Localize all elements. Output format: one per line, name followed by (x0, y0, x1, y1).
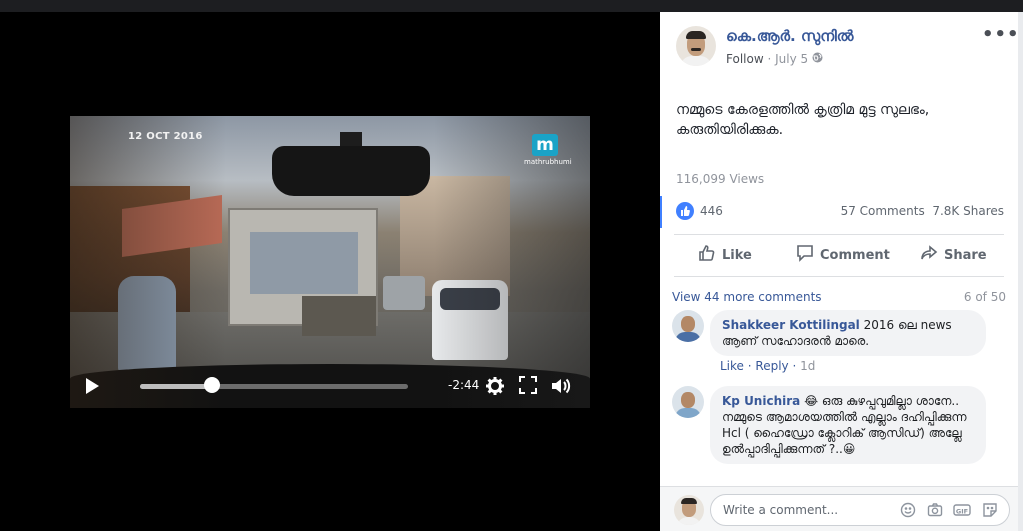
scrollbar[interactable] (1018, 12, 1023, 531)
commenter-name[interactable]: Shakkeer Kottilingal (722, 318, 860, 332)
comment-input[interactable]: Write a comment... GIF (710, 494, 1010, 526)
progress-track[interactable] (140, 384, 408, 389)
share-label: Share (944, 247, 987, 263)
time-remaining: -2:44 (448, 378, 480, 392)
reaction-stats: 446 57 Comments 7.8K Shares (660, 196, 1018, 228)
comment-bubble: Shakkeer Kottilingal 2016 ലെ news ആണ് സഹ… (710, 310, 986, 356)
author-avatar[interactable] (676, 26, 716, 66)
view-count: 116,099 Views (676, 172, 765, 186)
comment-time[interactable]: 1d (800, 359, 815, 373)
commenter-avatar[interactable] (672, 310, 704, 342)
globe-icon (812, 52, 823, 66)
play-icon[interactable] (86, 378, 99, 394)
progress-fill (140, 384, 213, 389)
comment-like-link[interactable]: Like (720, 359, 744, 373)
channel-logo-letter: m (532, 134, 558, 156)
comment-input-placeholder: Write a comment... (723, 503, 839, 517)
channel-logo-text: mathrubhumi (524, 158, 572, 166)
thumbs-up-icon (698, 244, 716, 266)
follow-link[interactable]: Follow (726, 52, 764, 66)
svg-text:GIF: GIF (956, 507, 968, 515)
like-reaction-icon[interactable] (676, 202, 694, 220)
comment-count[interactable]: 57 Comments (841, 204, 925, 218)
share-arrow-icon (920, 244, 938, 266)
video-controls: -2:44 (70, 370, 590, 408)
comment-bubble: Kp Unichira 😂 ഒരു കുഴപ്പവുമില്ലാ ശാനേ.. … (710, 386, 986, 464)
divider (674, 234, 1004, 235)
like-button[interactable]: Like (698, 244, 752, 266)
post-text: നമ്മുടെ കേരളത്തിൽ കൃത്രിമ മുട്ട സുലഭം, ക… (676, 102, 930, 138)
commenter-name[interactable]: Kp Unichira (722, 394, 800, 408)
video-frame-shade (70, 116, 590, 408)
fullscreen-icon[interactable] (518, 376, 538, 396)
post-panel: കെ.ആർ. സുനിൽ Follow · July 5 ••• നമ്മുടെ… (660, 12, 1018, 531)
comment-label: Comment (820, 247, 890, 263)
like-label: Like (722, 247, 752, 263)
comment-share-counts: 57 Comments 7.8K Shares (841, 204, 1004, 218)
more-options-button[interactable]: ••• (982, 24, 1018, 45)
commenter-avatar[interactable] (672, 386, 704, 418)
share-count[interactable]: 7.8K Shares (932, 204, 1004, 218)
view-more-comments-link[interactable]: View 44 more comments (672, 290, 822, 304)
video-date-overlay: 12 OCT 2016 (128, 131, 203, 142)
progress-knob[interactable] (204, 377, 221, 393)
camera-icon[interactable] (926, 502, 944, 520)
meta-separator: · (767, 52, 772, 66)
post-meta: Follow · July 5 (726, 52, 823, 66)
post-date[interactable]: July 5 (775, 52, 808, 66)
comment-counter: 6 of 50 (963, 290, 1006, 304)
settings-gear-icon[interactable] (485, 376, 505, 396)
comment-button[interactable]: Comment (796, 244, 890, 266)
gif-icon[interactable]: GIF (953, 502, 971, 520)
share-button[interactable]: Share (920, 244, 987, 266)
comment-actions: Like · Reply · 1d (720, 359, 816, 373)
comment-bubble-icon (796, 244, 814, 266)
author-name[interactable]: കെ.ആർ. സുനിൽ (726, 27, 854, 45)
current-user-avatar[interactable] (674, 495, 704, 525)
video-player[interactable]: 12 OCT 2016 m mathrubhumi (70, 116, 590, 408)
emoji-icon[interactable] (899, 502, 917, 520)
comment-composer: Write a comment... GIF (660, 486, 1018, 531)
sticker-icon[interactable] (981, 502, 999, 520)
comment-reply-link[interactable]: Reply (755, 359, 788, 373)
divider (674, 276, 1004, 277)
top-bar (0, 0, 1023, 12)
channel-logo: m mathrubhumi (524, 134, 572, 174)
volume-icon[interactable] (550, 376, 571, 396)
like-count[interactable]: 446 (700, 204, 723, 218)
